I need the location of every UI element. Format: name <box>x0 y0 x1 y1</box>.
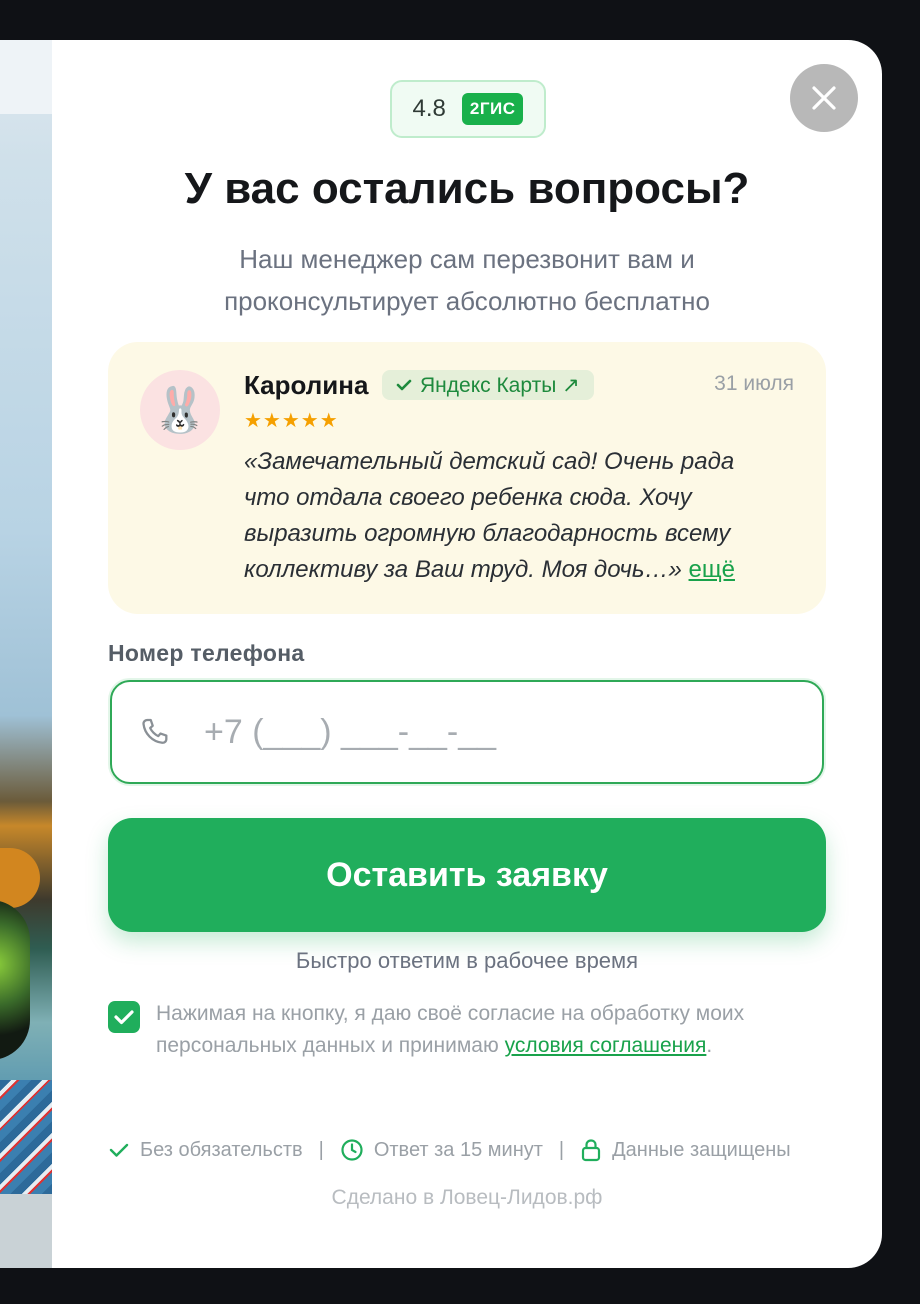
feature-no-obligations: Без обязательств <box>108 1139 303 1162</box>
rating-badge: 4.8 2ГИС <box>390 80 546 138</box>
phone-field-focus-ring <box>108 678 826 786</box>
review-date: 31 июля <box>714 372 794 395</box>
review-source-badge[interactable]: Яндекс Карты ↗ <box>382 370 594 400</box>
modal-subtitle: Наш менеджер сам перезвонит вам и прокон… <box>224 244 710 316</box>
background-ball <box>0 900 30 1060</box>
close-button[interactable] <box>790 64 858 132</box>
consent-row: Нажимая на кнопку, я даю своё согласие н… <box>108 998 808 1062</box>
credit-link[interactable]: Сделано в Ловец-Лидов.рф <box>52 1186 882 1210</box>
phone-input[interactable] <box>202 711 766 753</box>
divider: | <box>318 1138 324 1161</box>
check-icon <box>109 1143 129 1157</box>
clock-icon <box>341 1139 363 1161</box>
close-icon <box>812 86 836 110</box>
review-card: 🐰 Каролина Яндекс Карты ↗ 31 июля ★★★★★ … <box>108 342 826 614</box>
review-stars: ★★★★★ <box>244 410 339 432</box>
background-toy <box>0 848 40 908</box>
feature-label: Без обязательств <box>140 1138 303 1161</box>
callback-modal: 4.8 2ГИС У вас остались вопросы? Наш мен… <box>52 40 882 1268</box>
background-top-strip <box>0 40 60 114</box>
divider: | <box>558 1138 565 1161</box>
feature-label: Данные защищены <box>612 1138 791 1161</box>
rating-source-badge: 2ГИС <box>461 93 524 125</box>
background-bottom-strip <box>0 1194 60 1268</box>
reviewer-name: Каролина <box>244 370 369 400</box>
phone-field[interactable] <box>110 680 824 784</box>
rabbit-icon: 🐰 <box>152 386 208 435</box>
check-icon <box>396 379 412 391</box>
response-hint: Быстро ответим в рабочее время <box>295 948 639 973</box>
reviewer-avatar: 🐰 <box>140 370 220 450</box>
phone-label: Номер телефона <box>108 640 305 666</box>
consent-checkbox[interactable] <box>108 1001 140 1033</box>
background-photo <box>0 40 60 1268</box>
modal-title: У вас остались вопросы? <box>184 164 750 213</box>
features-row: Без обязательств | Ответ за 15 минут | Д… <box>108 1138 826 1162</box>
feature-data-protected: Данные защищены <box>580 1138 791 1162</box>
review-more-link[interactable]: ещё <box>689 556 735 583</box>
review-body: «Замечательный детский сад! Очень рада ч… <box>244 448 735 583</box>
phone-icon <box>142 718 168 744</box>
consent-period: . <box>706 1034 713 1057</box>
agreement-terms-link[interactable]: условия соглашения <box>505 1034 707 1057</box>
checkmark-icon <box>114 1010 134 1025</box>
consent-text: Нажимая на кнопку, я даю своё согласие н… <box>156 998 808 1062</box>
review-text: «Замечательный детский сад! Очень рада ч… <box>244 444 784 588</box>
rating-value: 4.8 <box>412 95 446 122</box>
review-source-label: Яндекс Карты ↗ <box>420 373 580 397</box>
submit-button[interactable]: Оставить заявку <box>108 818 826 932</box>
feature-label: Ответ за 15 минут <box>373 1138 543 1161</box>
feature-response-time: Ответ за 15 минут <box>340 1138 543 1162</box>
lock-icon <box>582 1139 601 1162</box>
